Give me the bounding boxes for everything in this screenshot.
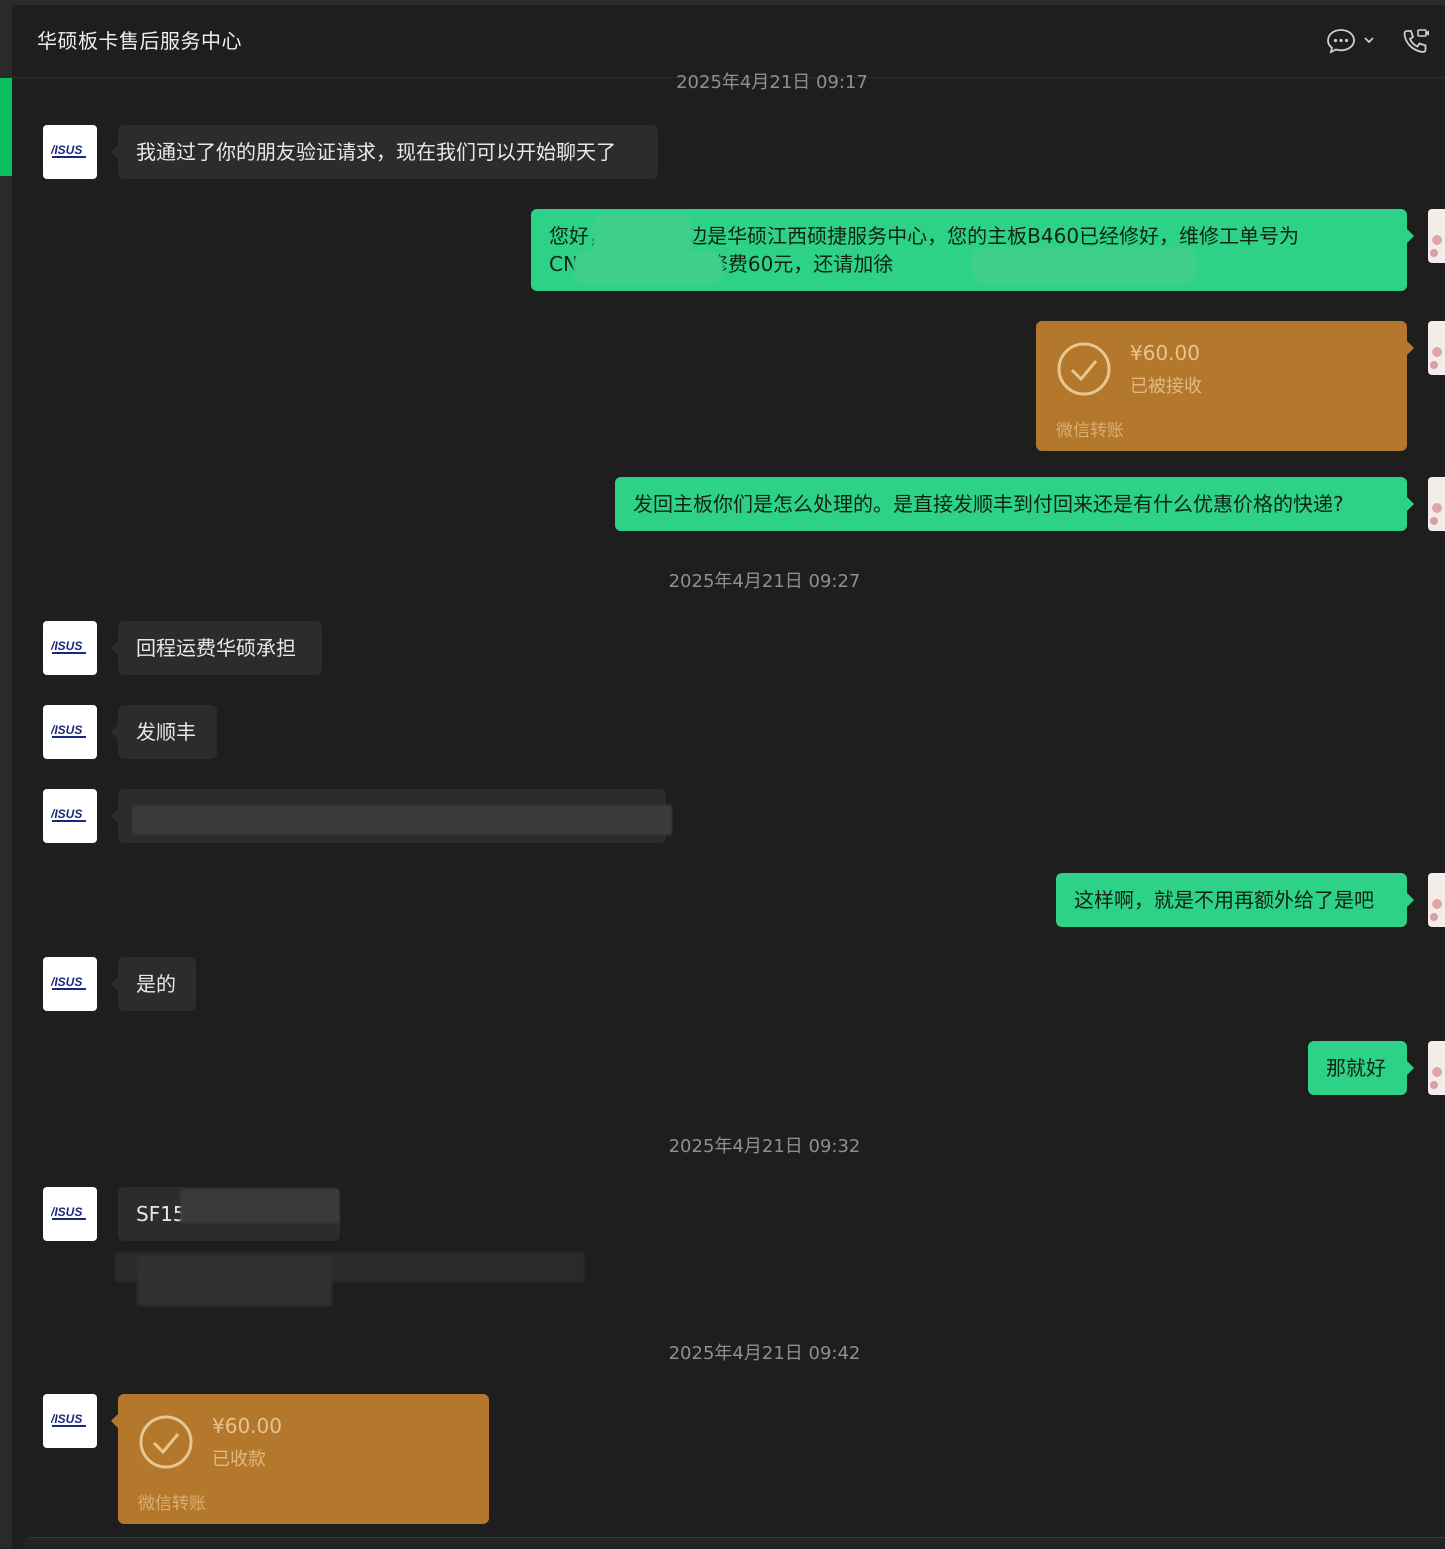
my-avatar[interactable]	[1428, 873, 1445, 927]
my-avatar[interactable]	[1428, 321, 1445, 375]
my-avatar[interactable]	[1428, 1041, 1445, 1095]
message-bubble[interactable]: SF15	[118, 1187, 340, 1241]
avatar[interactable]: /ISUS	[43, 621, 97, 675]
message-bubble[interactable]: 发回主板你们是怎么处理的。是直接发顺丰到付回来还是有什么优惠价格的快递?	[615, 477, 1414, 531]
check-circle-icon	[139, 1415, 193, 1469]
transfer-amount: ¥60.00	[1130, 341, 1200, 365]
avatar[interactable]: /ISUS	[43, 705, 97, 759]
my-avatar[interactable]	[1428, 477, 1445, 531]
redaction	[971, 247, 1197, 285]
asus-logo: /ISUS	[51, 975, 86, 990]
svg-text:/ISUS: /ISUS	[51, 723, 82, 737]
svg-text:/ISUS: /ISUS	[51, 975, 82, 989]
transfer-label: 微信转账	[138, 1494, 206, 1514]
sidebar-edge	[0, 0, 12, 1548]
timestamp: 2025年4月21日 09:17	[676, 72, 868, 93]
active-chat-indicator	[0, 78, 12, 176]
tracking-number: SF15	[136, 1202, 186, 1226]
transfer-status: 已被接收	[1130, 376, 1202, 397]
redaction	[132, 805, 672, 835]
asus-logo: /ISUS	[51, 1412, 86, 1427]
redacted-message[interactable]	[111, 789, 672, 843]
chat-bubble-icon[interactable]	[1326, 27, 1356, 55]
svg-text:/ISUS: /ISUS	[51, 807, 82, 821]
transfer-amount: ¥60.00	[212, 1414, 282, 1438]
check-circle-icon	[1057, 342, 1111, 396]
input-area-edge	[25, 1537, 1445, 1549]
message-bubble[interactable]: 那就好	[1308, 1041, 1414, 1095]
asus-logo: /ISUS	[51, 639, 86, 654]
asus-logo: /ISUS	[51, 807, 86, 822]
avatar[interactable]: /ISUS	[43, 957, 97, 1011]
phone-icon[interactable]	[1400, 27, 1430, 55]
redaction	[180, 1189, 340, 1223]
avatar[interactable]: /ISUS	[43, 789, 97, 843]
avatar[interactable]: /ISUS	[43, 1187, 97, 1241]
svg-text:/ISUS: /ISUS	[51, 639, 82, 653]
avatar[interactable]: /ISUS	[43, 1394, 97, 1448]
message-bubble[interactable]: 您好， 我这边是华硕江西硕捷服务中心，您的主板B460已经修好，维修工单号为 C…	[531, 209, 1414, 291]
avatar[interactable]: /ISUS	[43, 125, 97, 179]
redaction	[137, 1256, 332, 1306]
redaction	[573, 251, 723, 285]
asus-logo: /ISUS	[51, 1205, 86, 1220]
svg-text:/ISUS: /ISUS	[51, 143, 82, 157]
svg-text:/ISUS: /ISUS	[51, 1412, 82, 1426]
svg-text:/ISUS: /ISUS	[51, 1205, 82, 1219]
message-bubble[interactable]: 是的	[111, 957, 196, 1011]
timestamp: 2025年4月21日 09:27	[668, 571, 861, 592]
message-bubble[interactable]: 发顺丰	[111, 705, 217, 759]
asus-logo: /ISUS	[51, 723, 86, 738]
message-bubble[interactable]: 回程运费华硕承担	[111, 621, 322, 675]
transfer-card[interactable]: ¥60.00 已收款 微信转账	[111, 1394, 489, 1524]
transfer-card[interactable]: ¥60.00 已被接收 微信转账	[1036, 321, 1414, 451]
my-avatar[interactable]	[1428, 209, 1445, 263]
chevron-down-icon[interactable]	[1362, 33, 1376, 47]
timestamp: 2025年4月21日 09:32	[668, 1136, 861, 1157]
chat-title: 华硕板卡售后服务中心	[37, 29, 242, 53]
asus-logo: /ISUS	[51, 143, 86, 158]
message-bubble[interactable]: 这样啊，就是不用再额外给了是吧	[1056, 873, 1414, 927]
message-bubble[interactable]: 我通过了你的朋友验证请求，现在我们可以开始聊天了	[111, 125, 658, 179]
transfer-label: 微信转账	[1056, 421, 1124, 441]
transfer-status: 已收款	[212, 1449, 266, 1470]
timestamp: 2025年4月21日 09:42	[668, 1343, 861, 1364]
